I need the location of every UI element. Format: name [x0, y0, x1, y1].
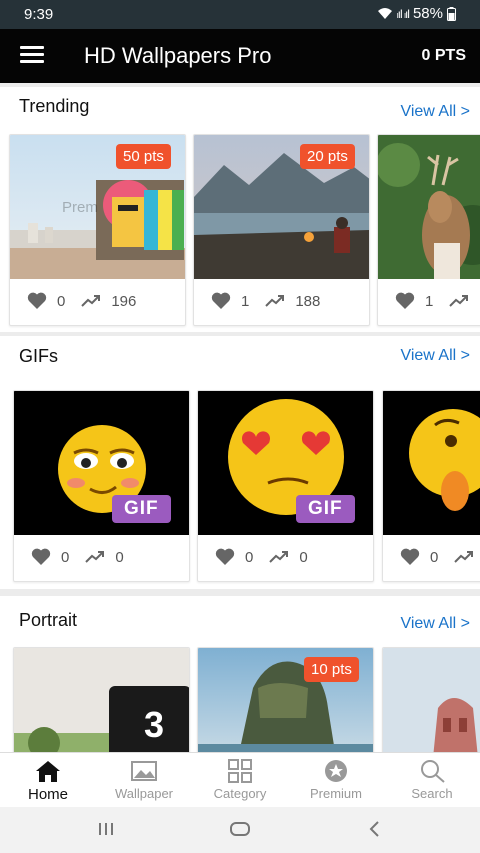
back-icon[interactable]: [366, 819, 384, 839]
section-title-portrait: Portrait: [19, 610, 78, 630]
wallpaper-card[interactable]: 1: [377, 134, 480, 326]
heart-icon[interactable]: [27, 292, 47, 310]
trend-count: 0: [299, 548, 308, 566]
nav-label-premium: Premium: [309, 786, 362, 801]
status-bar: 9:39 ₗıl ₗıl 58%: [0, 0, 480, 29]
trending-icon: [269, 550, 289, 564]
grid-icon: [228, 759, 252, 783]
nav-label-home: Home: [27, 786, 68, 803]
search-icon: [421, 760, 445, 783]
wallpaper-thumbnail[interactable]: [383, 648, 480, 752]
home-icon: [36, 761, 60, 782]
battery-icon: [447, 6, 456, 21]
nav-label-search: Search: [411, 786, 453, 801]
menu-icon[interactable]: [20, 46, 44, 66]
card-stats: 0 0: [215, 548, 324, 566]
nav-label-wallpaper: Wallpaper: [114, 786, 174, 801]
bottom-navigation: Home Wallpaper Category Premium Search: [0, 752, 480, 807]
card-stats: 1: [395, 292, 469, 310]
trending-icon: [449, 294, 469, 308]
nav-item-category[interactable]: Category: [192, 753, 288, 807]
gif-card[interactable]: GIF 0 0: [13, 390, 190, 582]
trending-icon: [85, 550, 105, 564]
image-icon: [131, 761, 157, 781]
trend-count: 188: [295, 292, 321, 310]
trend-count: 0: [115, 548, 124, 566]
card-stats: 0: [400, 548, 474, 566]
status-time: 9:39: [24, 6, 54, 23]
app-bar: HD Wallpapers Pro 0 PTS: [0, 29, 480, 83]
points-badge: 10 pts: [304, 657, 359, 682]
gif-badge: GIF: [112, 495, 171, 523]
wifi-icon: [377, 8, 392, 19]
trending-icon: [81, 294, 101, 308]
nav-label-category: Category: [213, 786, 267, 801]
home-button-icon[interactable]: [229, 819, 251, 839]
signal-icon: ₗıl ₗıl: [396, 6, 410, 21]
wallpaper-thumbnail[interactable]: [378, 135, 480, 279]
watermark-text: Prem: [62, 199, 98, 216]
heart-icon[interactable]: [215, 548, 235, 566]
gifs-section: GIFs View All > GIF 0 0 GIF 0 0 0: [0, 336, 480, 589]
wallpaper-thumbnail[interactable]: Prem 50 pts: [10, 135, 185, 279]
heart-icon[interactable]: [400, 548, 420, 566]
trending-icon: [265, 294, 285, 308]
wallpaper-card[interactable]: 3: [13, 647, 190, 752]
trend-count: 196: [111, 292, 137, 310]
points-badge: 20 pts: [300, 144, 355, 169]
nav-item-premium[interactable]: Premium: [288, 753, 384, 807]
card-stats: 0 196: [27, 292, 152, 310]
view-all-portrait-link[interactable]: View All >: [400, 615, 470, 633]
gif-thumbnail[interactable]: GIF: [198, 391, 373, 535]
clock-digit: 3: [144, 704, 165, 745]
portrait-section: Portrait View All > 3 10 pts: [0, 596, 480, 752]
points-badge: 50 pts: [116, 144, 171, 169]
trending-section: Trending View All > Prem 50 pts 0 196 20…: [0, 87, 480, 332]
like-count: 0: [245, 548, 254, 566]
wallpaper-card[interactable]: 10 pts: [197, 647, 374, 752]
app-title: HD Wallpapers Pro: [84, 43, 272, 68]
heart-icon[interactable]: [31, 548, 51, 566]
wallpaper-card[interactable]: Prem 50 pts 0 196: [9, 134, 186, 326]
gif-thumbnail[interactable]: GIF: [14, 391, 189, 535]
wallpaper-thumbnail[interactable]: 10 pts: [198, 648, 373, 752]
view-all-gifs-link[interactable]: View All >: [400, 347, 470, 365]
like-count: 1: [241, 292, 250, 310]
section-title-gifs: GIFs: [19, 346, 58, 366]
view-all-trending-link[interactable]: View All >: [400, 103, 470, 121]
card-stats: 1 188: [211, 292, 336, 310]
like-count: 1: [425, 292, 434, 310]
system-navigation-bar: [0, 807, 480, 853]
battery-level: 58%: [412, 5, 443, 22]
like-count: 0: [57, 292, 66, 310]
star-badge-icon: [325, 760, 347, 782]
gif-badge: GIF: [296, 495, 355, 523]
nav-item-wallpaper[interactable]: Wallpaper: [96, 753, 192, 807]
points-counter[interactable]: 0 PTS: [422, 47, 466, 65]
like-count: 0: [61, 548, 70, 566]
nav-item-search[interactable]: Search: [384, 753, 480, 807]
trending-icon: [454, 550, 474, 564]
status-icons: ₗıl ₗıl 58%: [377, 5, 456, 22]
heart-icon[interactable]: [211, 292, 231, 310]
gif-card[interactable]: 0: [382, 390, 480, 582]
wallpaper-card[interactable]: 20 pts 1 188: [193, 134, 370, 326]
gif-thumbnail[interactable]: [383, 391, 480, 535]
wallpaper-card[interactable]: [382, 647, 480, 752]
card-stats: 0 0: [31, 548, 140, 566]
recent-apps-icon[interactable]: [96, 819, 116, 839]
wallpaper-thumbnail[interactable]: 20 pts: [194, 135, 369, 279]
section-title-trending: Trending: [19, 96, 90, 116]
nav-item-home[interactable]: Home: [0, 753, 96, 807]
gif-card[interactable]: GIF 0 0: [197, 390, 374, 582]
wallpaper-thumbnail[interactable]: 3: [14, 648, 189, 752]
heart-icon[interactable]: [395, 292, 415, 310]
like-count: 0: [430, 548, 439, 566]
